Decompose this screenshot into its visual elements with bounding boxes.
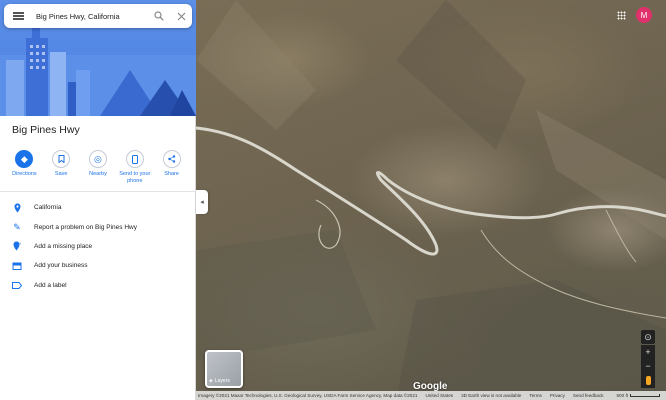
add-place-icon: + bbox=[0, 241, 34, 251]
directions-button[interactable]: ◆ Directions bbox=[7, 150, 41, 184]
pencil-icon: ✎ bbox=[13, 221, 21, 232]
svg-text:+: + bbox=[19, 241, 22, 246]
pin-icon bbox=[0, 203, 34, 213]
action-label: Nearby bbox=[89, 171, 107, 177]
layers-icon: ◈ bbox=[209, 378, 213, 384]
hamburger-menu-icon[interactable] bbox=[6, 4, 30, 28]
info-item-add-missing-place[interactable]: + Add a missing place bbox=[0, 237, 196, 256]
place-title: Big Pines Hwy bbox=[12, 124, 80, 136]
save-button[interactable]: Save bbox=[44, 150, 78, 184]
share-icon bbox=[162, 150, 181, 168]
earth-view-notice: 3D Earth view is not available bbox=[461, 393, 522, 398]
info-item-add-label[interactable]: Add a label bbox=[0, 276, 196, 295]
scale-label: 500 ft bbox=[616, 393, 629, 398]
layers-label: ◈ Layers bbox=[209, 378, 230, 384]
map-roads bbox=[196, 0, 666, 400]
privacy-link[interactable]: Privacy bbox=[550, 393, 565, 398]
action-label: Save bbox=[54, 171, 68, 177]
layers-text: Layers bbox=[214, 378, 230, 384]
avatar[interactable]: M bbox=[636, 7, 652, 23]
share-button[interactable]: Share bbox=[155, 150, 189, 184]
country-link[interactable]: United States bbox=[425, 393, 453, 398]
store-icon bbox=[0, 262, 34, 270]
action-label: Send to your phone bbox=[119, 171, 151, 184]
send-to-phone-button[interactable]: Send to your phone bbox=[118, 150, 152, 184]
nearby-button[interactable]: ◎ Nearby bbox=[81, 150, 115, 184]
scale-indicator[interactable]: 500 ft bbox=[617, 393, 666, 398]
attribution-bar: Imagery ©2021 Maxar Technologies, U.S. G… bbox=[196, 391, 666, 400]
label-icon bbox=[0, 281, 34, 289]
zoom-out-button[interactable]: − bbox=[641, 359, 655, 373]
info-list: California ✎ Report a problem on Big Pin… bbox=[0, 198, 196, 295]
info-label: Add a missing place bbox=[34, 242, 93, 250]
info-label: Add your business bbox=[34, 262, 88, 270]
nearby-icon: ◎ bbox=[88, 150, 107, 168]
search-icon[interactable] bbox=[148, 5, 170, 27]
side-panel: Big Pines Hwy, California Big Pines Hwy … bbox=[0, 0, 196, 400]
action-label: Directions bbox=[12, 171, 37, 177]
collapse-panel-button[interactable]: ◂ bbox=[196, 190, 208, 214]
phone-icon bbox=[125, 150, 144, 168]
action-buttons: ◆ Directions Save ◎ Nearby Send to your … bbox=[0, 150, 196, 184]
action-label: Share bbox=[164, 171, 179, 177]
my-location-icon[interactable]: ⊙ bbox=[641, 330, 655, 344]
info-item-address[interactable]: California bbox=[0, 198, 196, 217]
info-item-report-problem[interactable]: ✎ Report a problem on Big Pines Hwy bbox=[0, 217, 196, 236]
send-feedback-link[interactable]: Send feedback bbox=[573, 393, 604, 398]
imagery-attribution: Imagery ©2021 Maxar Technologies, U.S. G… bbox=[198, 393, 418, 398]
directions-icon: ◆ bbox=[15, 150, 34, 168]
apps-grid-icon[interactable] bbox=[617, 11, 626, 20]
satellite-map[interactable] bbox=[196, 0, 666, 400]
info-label: Report a problem on Big Pines Hwy bbox=[34, 223, 137, 231]
pegman-icon[interactable] bbox=[641, 372, 655, 388]
search-input[interactable]: Big Pines Hwy, California bbox=[36, 12, 148, 21]
zoom-in-button[interactable]: + bbox=[641, 345, 655, 359]
scale-bar bbox=[630, 394, 660, 397]
terms-link[interactable]: Terms bbox=[529, 393, 542, 398]
search-box[interactable]: Big Pines Hwy, California bbox=[4, 4, 192, 28]
info-label: California bbox=[34, 204, 62, 212]
layers-button[interactable]: ◈ Layers bbox=[205, 350, 243, 388]
info-label: Add a label bbox=[34, 281, 67, 289]
info-item-add-business[interactable]: Add your business bbox=[0, 256, 196, 275]
bookmark-icon bbox=[52, 150, 71, 168]
close-icon[interactable] bbox=[170, 5, 192, 27]
divider bbox=[0, 191, 196, 192]
